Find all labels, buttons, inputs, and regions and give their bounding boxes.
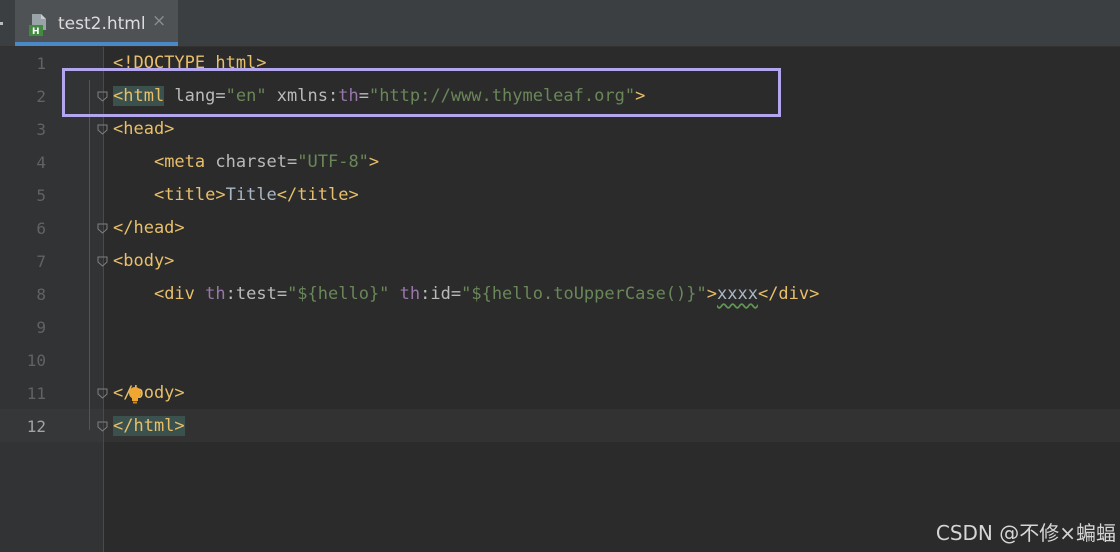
line-number: 10 xyxy=(26,351,46,370)
line-number: 6 xyxy=(36,219,46,238)
fold-marker-icon[interactable] xyxy=(97,421,108,432)
tab-label: test2.html xyxy=(58,14,146,34)
tab-test2-html[interactable]: H test2.html × xyxy=(15,0,178,46)
code-token: "UTF-8" xyxy=(297,152,369,172)
active-tab-indicator xyxy=(15,42,178,46)
fold-marker-icon[interactable] xyxy=(97,256,108,267)
code-token: > xyxy=(368,152,380,172)
line-number: 3 xyxy=(36,120,46,139)
fold-marker-icon[interactable] xyxy=(97,223,108,234)
code-token: <meta xyxy=(153,152,206,172)
gutter-divider xyxy=(103,47,104,552)
code-editor[interactable]: 1 <!DOCTYPE html> 2 <html lang="en" xmlns:t… xyxy=(0,47,1120,552)
svg-text:H: H xyxy=(32,27,40,36)
code-token: Title xyxy=(225,185,277,205)
code-line: </html> xyxy=(113,410,185,443)
html-file-icon: H xyxy=(29,14,46,36)
code-token: </title> xyxy=(276,185,359,205)
lightbulb-icon[interactable] xyxy=(127,386,143,404)
code-token: :test= xyxy=(225,284,288,304)
fold-marker-icon[interactable] xyxy=(97,388,108,399)
fold-guide xyxy=(89,80,90,430)
code-line: <title>Title</title> xyxy=(113,179,359,212)
code-token: charset= xyxy=(205,152,298,172)
line-number: 12 xyxy=(26,417,46,436)
line-number: 9 xyxy=(36,318,46,337)
line-number: 2 xyxy=(36,87,46,106)
code-token: th xyxy=(399,284,421,304)
code-line: <div th:test="${hello}" th:id="${hello.t… xyxy=(113,278,819,311)
tab-bar-marker xyxy=(0,22,3,25)
code-token: > xyxy=(706,284,717,304)
code-token: "${hello}" xyxy=(287,284,390,304)
code-token: </div> xyxy=(757,284,820,304)
code-token: </html> xyxy=(113,416,185,436)
code-token: <div xyxy=(153,284,195,304)
code-token: <body> xyxy=(113,251,175,271)
code-token: xxxx xyxy=(717,284,758,304)
code-token: <title> xyxy=(153,185,226,205)
fold-marker-icon[interactable] xyxy=(97,124,108,135)
code-line: </body> xyxy=(113,377,185,410)
close-icon[interactable]: × xyxy=(152,11,166,31)
line-number: 8 xyxy=(36,285,46,304)
watermark: CSDN @不修×蝙蝠 xyxy=(935,521,1116,545)
line-number: 5 xyxy=(36,186,46,205)
code-line: </head> xyxy=(113,212,185,245)
line-number: 4 xyxy=(36,153,46,172)
code-line: <meta charset="UTF-8"> xyxy=(113,146,379,179)
line-number: 1 xyxy=(36,54,46,73)
code-token: th xyxy=(205,284,226,304)
code-line: <body> xyxy=(113,245,174,278)
editor-tab-bar: H test2.html × xyxy=(0,0,1120,47)
ide-window: H test2.html × 1 <!DOCTYPE html> 2 <html la… xyxy=(0,0,1120,552)
line-number: 11 xyxy=(26,384,46,403)
code-token: <head> xyxy=(113,119,175,139)
code-token: </body> xyxy=(113,383,185,403)
code-token: :id= xyxy=(420,284,462,304)
code-token: "${hello.toUpperCase()}" xyxy=(461,284,707,304)
annotation-highlight-box xyxy=(62,68,781,117)
code-token: </head> xyxy=(113,218,185,238)
line-number: 7 xyxy=(36,252,46,271)
code-line: <head> xyxy=(113,113,174,146)
